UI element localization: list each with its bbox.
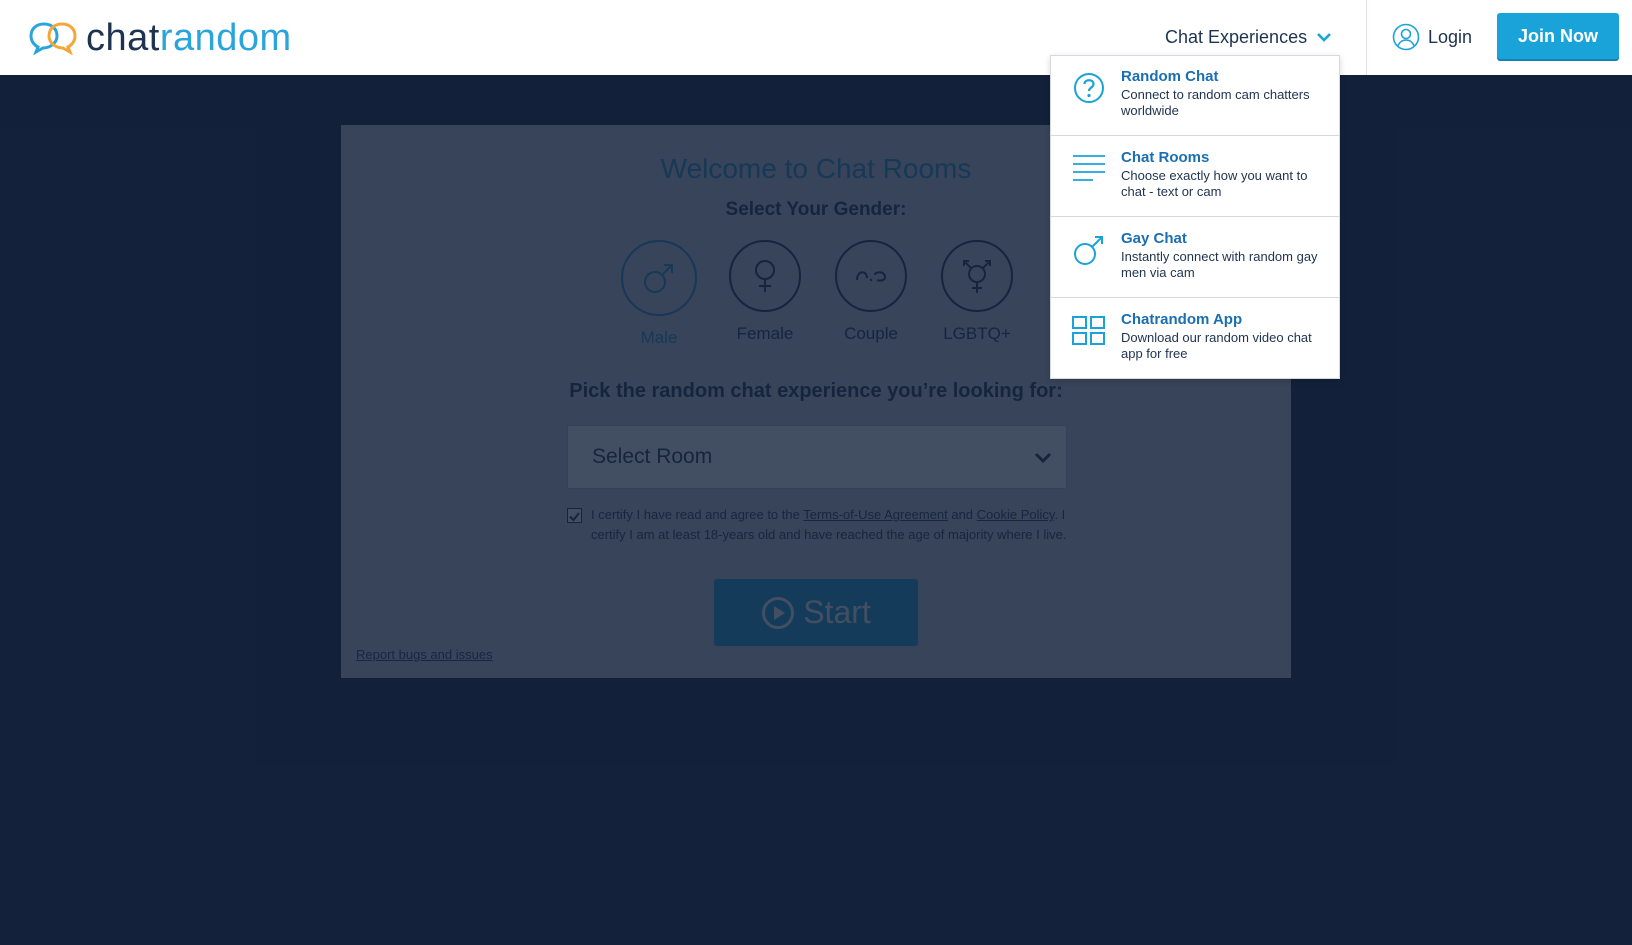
gender-couple-label: Couple bbox=[844, 324, 898, 343]
couple-icon bbox=[856, 271, 887, 282]
dropdown-item-chatrandom-app[interactable]: Chatrandom App Download our random video… bbox=[1051, 299, 1339, 379]
grid-icon bbox=[1072, 316, 1105, 345]
gender-female-circle bbox=[729, 240, 801, 312]
lines-icon bbox=[1073, 155, 1105, 181]
select-room-dropdown[interactable]: Select Room bbox=[567, 425, 1067, 489]
login-link[interactable]: Login bbox=[1392, 22, 1472, 52]
gender-male-circle bbox=[621, 240, 697, 316]
dropdown-item-desc: Connect to random cam chatters worldwide bbox=[1121, 87, 1310, 118]
pick-experience-heading: Pick the random chat experience you’re l… bbox=[569, 380, 1063, 402]
chatrandom-logo[interactable]: chatrandom bbox=[28, 18, 292, 58]
male-icon bbox=[1074, 236, 1103, 265]
start-button[interactable]: Start bbox=[714, 579, 918, 646]
question-icon bbox=[1074, 73, 1104, 103]
start-label: Start bbox=[803, 594, 871, 630]
dropdown-item-title: Random Chat bbox=[1121, 68, 1219, 85]
join-now-button[interactable]: Join Now bbox=[1497, 13, 1619, 59]
gender-options: Male Female Couple LGBTQ+ bbox=[619, 240, 1039, 350]
dropdown-item-desc: Instantly connect with random gay men vi… bbox=[1121, 249, 1318, 280]
site-header: chatrandom Chat Experiences Login Join N… bbox=[0, 0, 1632, 75]
certify-text-pre: I certify I have read and agree to the bbox=[591, 507, 804, 522]
chat-experiences-label: Chat Experiences bbox=[1165, 26, 1308, 47]
chat-experiences-menu[interactable]: Chat Experiences bbox=[1165, 24, 1331, 50]
checkmark-icon bbox=[569, 512, 580, 522]
chat-bubbles-icon bbox=[29, 22, 77, 55]
dropdown-item-title: Chat Rooms bbox=[1121, 149, 1210, 166]
gender-lgbtq-circle bbox=[941, 240, 1013, 312]
chevron-down-icon bbox=[1034, 452, 1052, 464]
user-icon bbox=[1392, 23, 1420, 51]
report-bugs-link[interactable]: Report bugs and issues bbox=[356, 647, 493, 662]
dropdown-item-title: Chatrandom App bbox=[1121, 311, 1243, 328]
gender-lgbtq[interactable]: LGBTQ+ bbox=[937, 240, 1017, 344]
cookie-policy-link[interactable]: Cookie Policy bbox=[977, 507, 1055, 522]
logo-random-text: random bbox=[159, 17, 292, 59]
gender-male-label: Male bbox=[640, 328, 678, 347]
logo-wordmark: chatrandom bbox=[86, 18, 292, 58]
logo-chat-text: chat bbox=[86, 17, 160, 59]
gender-female-label: Female bbox=[736, 324, 794, 343]
gender-female[interactable]: Female bbox=[725, 240, 805, 344]
dropdown-item-random-chat[interactable]: Random Chat Connect to random cam chatte… bbox=[1051, 56, 1339, 136]
certify-agreement: I certify I have read and agree to the T… bbox=[567, 505, 1067, 544]
certify-text-and: and bbox=[947, 507, 977, 522]
female-icon bbox=[755, 260, 775, 292]
gender-couple-circle bbox=[835, 240, 907, 312]
certify-text: I certify I have read and agree to the T… bbox=[591, 505, 1067, 544]
dropdown-item-gay-chat[interactable]: Gay Chat Instantly connect with random g… bbox=[1051, 218, 1339, 298]
lgbtq-icon bbox=[963, 260, 991, 293]
terms-of-use-link[interactable]: Terms-of-Use Agreement bbox=[803, 507, 948, 522]
gender-couple[interactable]: Couple bbox=[831, 240, 911, 344]
gender-lgbtq-label: LGBTQ+ bbox=[943, 324, 1011, 343]
gender-male[interactable]: Male bbox=[619, 240, 699, 348]
login-label: Login bbox=[1428, 26, 1473, 47]
header-divider bbox=[1366, 0, 1367, 75]
certify-checkbox[interactable] bbox=[567, 508, 582, 523]
play-icon bbox=[762, 596, 795, 629]
male-icon bbox=[644, 264, 673, 293]
select-room-value: Select Room bbox=[592, 445, 713, 468]
dropdown-item-chat-rooms[interactable]: Chat Rooms Choose exactly how you want t… bbox=[1051, 137, 1339, 217]
chat-experiences-dropdown: Random Chat Connect to random cam chatte… bbox=[1050, 55, 1340, 379]
dropdown-item-desc: Download our random video chat app for f… bbox=[1121, 330, 1312, 361]
dropdown-item-title: Gay Chat bbox=[1121, 230, 1187, 247]
chevron-down-icon bbox=[1317, 33, 1331, 42]
dropdown-item-desc: Choose exactly how you want to chat - te… bbox=[1121, 168, 1308, 199]
